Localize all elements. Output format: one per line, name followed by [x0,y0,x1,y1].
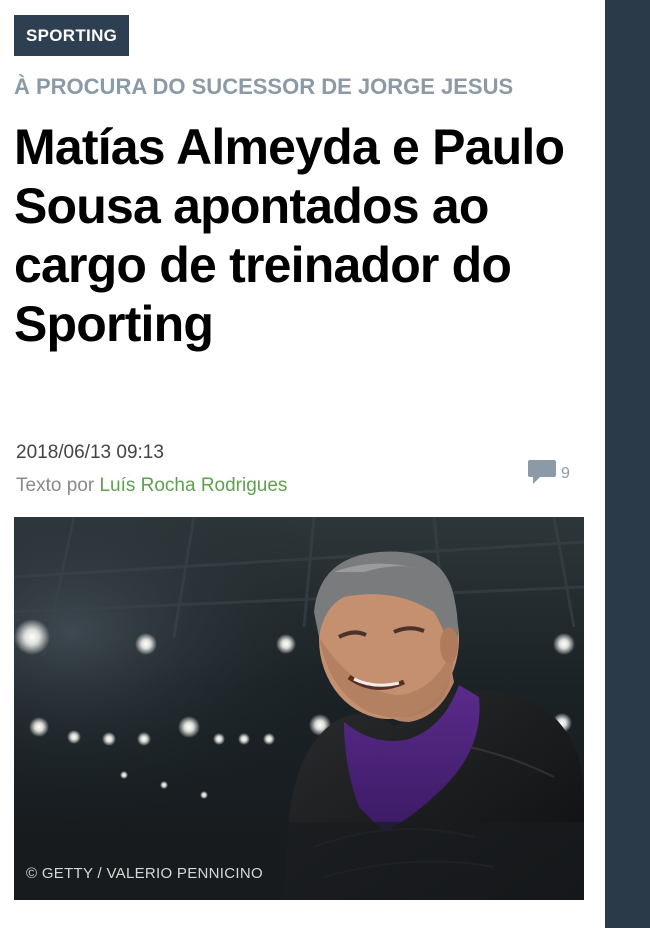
article-kicker: À PROCURA DO SUCESSOR DE JORGE JESUS [14,74,514,99]
byline-prefix: Texto por [16,475,95,496]
right-sidebar-strip [605,0,650,928]
section-tag[interactable]: SPORTING [14,15,130,56]
author-link[interactable]: Luís Rocha Rodrigues [99,475,287,496]
comments-link[interactable]: 9 [527,459,570,489]
byline: Texto por Luís Rocha Rodrigues [16,474,287,498]
article: SPORTING À PROCURA DO SUCESSOR DE JORGE … [0,0,605,928]
article-photo[interactable]: © GETTY / VALERIO PENNICINO [14,517,584,900]
photo-credit: © GETTY / VALERIO PENNICINO [26,865,263,882]
speech-bubble-icon [527,458,557,491]
comment-count: 9 [561,465,570,482]
publish-date: 2018/06/13 09:13 [16,442,164,463]
article-headline[interactable]: Matías Almeyda e Paulo Sousa apontados a… [14,118,594,354]
photo-credit-bar: © GETTY / VALERIO PENNICINO [14,822,584,900]
